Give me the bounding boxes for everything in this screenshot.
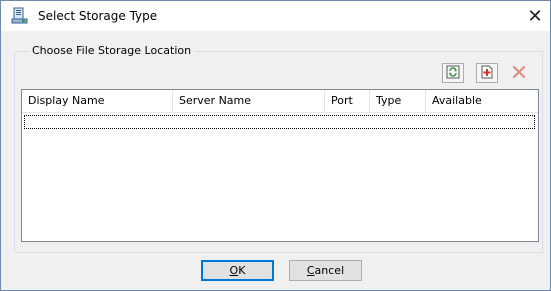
- focused-empty-row[interactable]: [24, 115, 535, 129]
- storage-list[interactable]: Display Name Server Name Port Type Avail…: [21, 89, 539, 242]
- group-legend: Choose File Storage Location: [29, 44, 195, 57]
- close-button[interactable]: ✕: [520, 1, 550, 31]
- add-document-icon: [480, 65, 494, 82]
- window-title: Select Storage Type: [38, 9, 158, 23]
- column-header-port[interactable]: Port: [325, 90, 370, 112]
- refresh-button[interactable]: [442, 63, 464, 83]
- delete-x-icon: [512, 65, 526, 82]
- dialog-window: Select Storage Type ✕ Choose File Storag…: [0, 0, 551, 291]
- column-header-display-name[interactable]: Display Name: [22, 90, 173, 112]
- cancel-label: Cancel: [306, 264, 345, 277]
- ok-button[interactable]: OK: [201, 260, 274, 281]
- add-storage-button[interactable]: [476, 63, 498, 83]
- storage-server-icon: [11, 7, 29, 25]
- list-header: Display Name Server Name Port Type Avail…: [22, 90, 538, 113]
- column-header-server-name[interactable]: Server Name: [173, 90, 325, 112]
- title-bar[interactable]: Select Storage Type ✕: [1, 1, 550, 31]
- refresh-icon: [446, 65, 460, 82]
- close-icon: ✕: [527, 5, 543, 27]
- delete-storage-button[interactable]: [508, 63, 530, 83]
- cancel-button[interactable]: Cancel: [289, 260, 362, 281]
- column-header-type[interactable]: Type: [370, 90, 426, 112]
- column-header-available[interactable]: Available: [426, 90, 538, 112]
- ok-label: OK: [229, 264, 246, 277]
